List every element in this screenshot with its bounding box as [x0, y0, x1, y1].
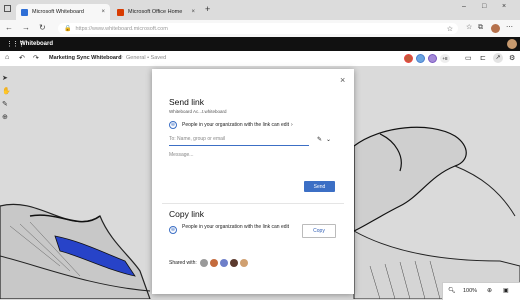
copy-button[interactable]: Copy [302, 224, 336, 238]
tab-label: Microsoft Office Home [128, 9, 183, 15]
permission-row[interactable]: ⊜ People in your organization with the l… [169, 121, 293, 129]
user-avatar[interactable] [507, 39, 517, 49]
comments-icon[interactable]: ▭ [465, 54, 472, 62]
send-link-subtitle: Whiteboard Ac...t.whiteboard [169, 109, 227, 114]
message-placeholder: Message... [169, 152, 194, 158]
chevron-right-icon: › [291, 122, 293, 128]
board-name[interactable]: Marketing Sync Whiteboard [49, 55, 121, 61]
browser-tab-strip: Microsoft Whiteboard × Microsoft Office … [0, 0, 520, 20]
shared-with-row: Shared with: [169, 259, 250, 267]
close-icon[interactable]: × [340, 75, 345, 85]
office-favicon [117, 8, 124, 16]
select-tool-icon[interactable]: ➤ [2, 74, 11, 87]
tab-close-icon[interactable]: × [191, 9, 195, 15]
tab-whiteboard[interactable]: Microsoft Whiteboard × [16, 4, 110, 20]
fit-to-screen-icon[interactable]: ▣ [503, 287, 509, 294]
collections-icon[interactable]: ⧉ [478, 23, 483, 33]
maximize-icon[interactable]: □ [482, 3, 486, 10]
present-icon[interactable]: ⊏ [480, 54, 486, 62]
url-text: https://www.whiteboard.microsoft.com [75, 25, 168, 32]
recipient-input[interactable]: To: Name, group or email [169, 136, 309, 146]
globe-icon: ⊜ [169, 226, 177, 234]
favorite-star-icon[interactable]: ☆ [447, 25, 453, 33]
address-bar-row: ← → ↻ 🔒 https://www.whiteboard.microsoft… [0, 20, 520, 38]
shared-with-label: Shared with: [169, 260, 197, 266]
redo-icon[interactable]: ↷ [33, 54, 39, 62]
undo-icon[interactable]: ↶ [19, 54, 25, 62]
participant-count[interactable]: +8 [440, 54, 450, 63]
message-input[interactable]: Message... [169, 152, 337, 172]
dialog-divider [162, 203, 344, 204]
home-icon[interactable]: ⌂ [5, 54, 9, 61]
whiteboard-favicon [21, 8, 28, 16]
copy-permission-row[interactable]: ⊜ People in your organization with the l… [169, 224, 289, 234]
tab-office-home[interactable]: Microsoft Office Home × [112, 4, 200, 20]
tab-label: Microsoft Whiteboard [32, 9, 84, 15]
new-tab-button[interactable]: + [205, 4, 210, 14]
zoom-out-icon[interactable]: 🔍︎ [448, 287, 456, 294]
send-link-title: Send link [169, 97, 204, 107]
edit-permission-icon[interactable]: ✎ [317, 136, 322, 143]
participant-avatar[interactable] [428, 54, 437, 63]
pen-tool-icon[interactable]: ✎ [2, 100, 11, 113]
share-dialog: × Send link Whiteboard Ac...t.whiteboard… [152, 69, 354, 294]
participant-avatar[interactable] [404, 54, 413, 63]
forward-icon[interactable]: → [22, 23, 30, 33]
permission-label: People in your organization with the lin… [182, 122, 290, 128]
add-tool-icon[interactable]: ⊕ [2, 113, 11, 126]
copy-permission-label: People in your organization with the lin… [182, 224, 290, 230]
shared-user-avatar[interactable] [219, 259, 228, 267]
shared-user-avatar[interactable] [239, 259, 248, 267]
sensitivity-icon: ♢ [118, 55, 124, 61]
chevron-down-icon[interactable]: ⌄ [326, 136, 331, 143]
shared-user-avatar[interactable] [209, 259, 218, 267]
app-header: ⋮⋮⋮ Whiteboard [0, 37, 520, 51]
tab-actions-icon[interactable] [4, 5, 11, 12]
zoom-level[interactable]: 100% [463, 288, 477, 294]
sensitivity-label[interactable]: General • Saved [126, 55, 166, 61]
favorites-icon[interactable]: ☆ [466, 23, 472, 33]
participant-avatar[interactable] [416, 54, 425, 63]
minimize-icon[interactable]: – [462, 3, 466, 10]
more-icon[interactable]: ⋯ [506, 23, 513, 33]
copy-link-title: Copy link [169, 209, 204, 219]
board-toolbar: ⌂ ↶ ↷ Marketing Sync Whiteboard ♢ Genera… [0, 51, 520, 67]
close-window-icon[interactable]: × [502, 3, 506, 10]
send-button[interactable]: Send [304, 181, 335, 192]
globe-icon: ⊜ [169, 121, 177, 129]
back-icon[interactable]: ← [5, 23, 13, 33]
settings-icon[interactable]: ⚙ [509, 54, 515, 62]
tab-close-icon[interactable]: × [101, 9, 105, 15]
shared-user-avatar[interactable] [199, 259, 208, 267]
refresh-icon[interactable]: ↻ [39, 23, 46, 33]
hand-tool-icon[interactable]: ✋ [2, 87, 11, 100]
app-title: Whiteboard [20, 41, 53, 47]
browser-profile-avatar[interactable] [491, 24, 500, 33]
zoom-controls: 🔍︎ 100% ⊕ ▣ [442, 282, 520, 300]
share-button-icon[interactable]: ↗ [493, 53, 503, 63]
address-bar[interactable]: 🔒 https://www.whiteboard.microsoft.com ☆ [58, 23, 458, 34]
recipient-placeholder: To: Name, group or email [169, 136, 226, 142]
left-tool-rail: ➤ ✋ ✎ ⊕ [2, 74, 11, 126]
shared-user-avatar[interactable] [229, 259, 238, 267]
zoom-in-icon[interactable]: ⊕ [487, 287, 492, 294]
lock-icon: 🔒 [64, 26, 72, 32]
